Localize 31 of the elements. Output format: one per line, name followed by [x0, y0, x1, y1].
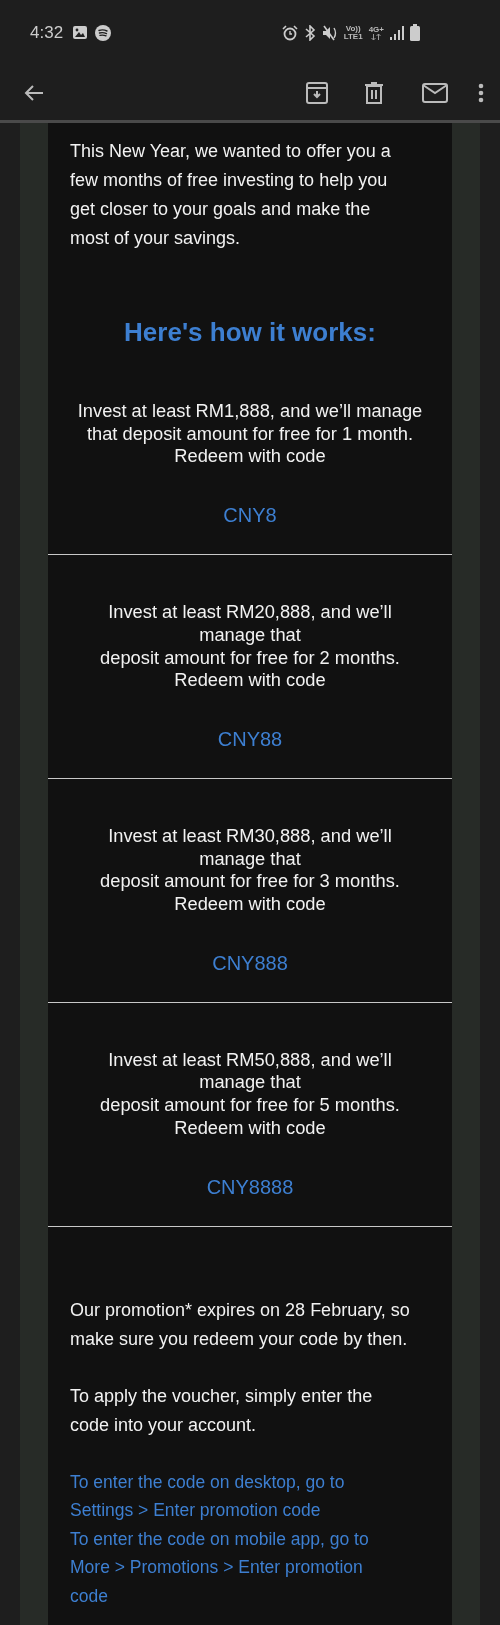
instruction-link[interactable]: To enter the code on mobile app, go to More > Promotions > Enter promotion code	[70, 1524, 400, 1611]
music-app-icon	[95, 24, 112, 41]
more-icon	[478, 82, 484, 103]
section-heading: Here's how it works:	[123, 316, 377, 349]
promo-code: CNY88	[216, 726, 284, 751]
battery-icon	[410, 24, 420, 41]
archive-icon	[306, 81, 328, 104]
offer-text: Invest at least RM50,888, and we’ll manage that deposit amount for free for 5 months. Redeem with code	[99, 1048, 401, 1140]
offer-text: Invest at least RM1,888, and we’ll manage that deposit amount for free for 1 month. Redeem with code	[76, 400, 424, 469]
data-arrows-icon	[371, 33, 382, 40]
offer-text: Invest at least RM30,888, and we’ll manage that deposit amount for free for 3 months. Redeem with code	[99, 824, 401, 916]
muted-speaker-icon	[321, 24, 338, 41]
back-arrow-icon	[24, 83, 44, 102]
image-icon	[73, 26, 88, 39]
network-label: 4G+	[368, 25, 384, 34]
trash-icon	[364, 81, 384, 104]
envelope-icon	[422, 82, 448, 103]
body-text: This New Year, we wanted to offer you a few months of free investing to help you get closer to your goals and make the most of your savings.	[70, 140, 392, 250]
offer-text: Invest at least RM20,888, and we’ll manage that deposit amount for free for 2 months. Redeem with code	[99, 601, 401, 692]
promo-code: CNY888	[211, 950, 289, 975]
promo-code: CNY8888	[205, 1174, 295, 1199]
promo-code: CNY8	[222, 503, 278, 528]
body-text: Our promotion* expires on 28 February, so make sure you redeem your code by then.	[70, 1298, 411, 1351]
instruction-link[interactable]: To enter the code on desktop, go to Settings > Enter promotion code	[70, 1467, 400, 1525]
signal-icon	[390, 25, 404, 40]
body-text: To apply the voucher, simply enter the code into your account.	[70, 1384, 374, 1437]
network-label: Vo))	[345, 24, 361, 33]
clock-time: 4:32	[30, 22, 64, 43]
alarm-icon	[281, 24, 298, 41]
network-label: LTE1	[343, 32, 363, 41]
bluetooth-icon	[303, 24, 316, 41]
